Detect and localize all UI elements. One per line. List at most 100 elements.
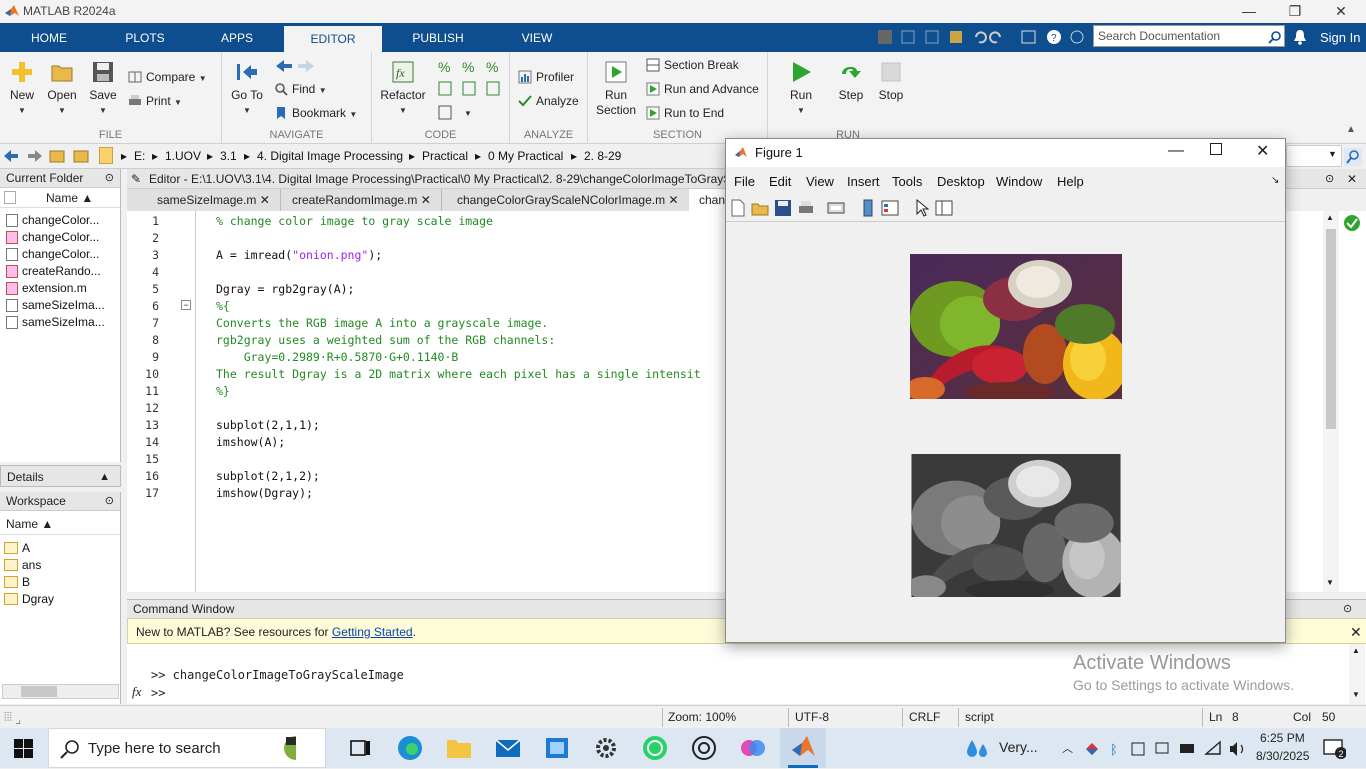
panel-menu-icon[interactable]: ⊙: [105, 492, 114, 511]
weather-icon[interactable]: [966, 738, 992, 760]
maximize-button[interactable]: ❐: [1272, 0, 1318, 23]
run-to-end-button[interactable]: Run to End: [646, 106, 724, 120]
getting-started-link[interactable]: Getting Started: [332, 625, 413, 639]
tab-publish[interactable]: PUBLISH: [400, 23, 476, 52]
figure-minimize-button[interactable]: —: [1168, 142, 1184, 160]
breadcrumb-dip[interactable]: 4. Digital Image Processing: [257, 149, 403, 163]
vertical-scrollbar[interactable]: ▲ ▼: [1323, 211, 1339, 592]
menu-view[interactable]: View: [806, 174, 834, 189]
clock-date[interactable]: 8/30/2025: [1256, 749, 1309, 763]
windows-start-icon[interactable]: [14, 739, 34, 759]
whatsapp-icon[interactable]: [641, 734, 669, 762]
code-line[interactable]: %}: [216, 384, 230, 398]
system-tray-icons[interactable]: ᛒ: [1084, 740, 1254, 758]
breadcrumb-practical[interactable]: Practical: [422, 149, 468, 163]
scrollbar-thumb[interactable]: [21, 686, 57, 697]
tab-close-icon[interactable]: ✕: [668, 193, 678, 207]
matlab-taskbar-button[interactable]: [780, 728, 826, 768]
code-line[interactable]: A = imread("onion.png");: [216, 248, 382, 262]
figure-maximize-button[interactable]: [1210, 143, 1222, 155]
code-tools-icons[interactable]: % % % ▼: [436, 58, 506, 122]
figure-close-button[interactable]: ✕: [1256, 141, 1269, 161]
folder-search-icon[interactable]: [1344, 148, 1362, 166]
run-section-button[interactable]: Run Section: [592, 60, 640, 118]
clock-time[interactable]: 6:25 PM: [1260, 731, 1305, 745]
colorbar-icon[interactable]: [859, 199, 877, 217]
workspace-var[interactable]: A: [4, 541, 30, 555]
code-line[interactable]: %{: [216, 299, 230, 313]
analyze-button[interactable]: Analyze: [518, 94, 579, 108]
show-hidden-icons-icon[interactable]: ︿: [1062, 740, 1073, 756]
search-documentation-input[interactable]: Search Documentation: [1093, 25, 1285, 47]
menu-edit[interactable]: Edit: [769, 174, 791, 189]
print-figure-icon[interactable]: [797, 199, 815, 217]
editor-tab[interactable]: createRandomImage.m ✕: [282, 189, 442, 211]
list-item[interactable]: changeColor...: [6, 230, 99, 244]
tab-home[interactable]: HOME: [18, 23, 80, 52]
menu-window[interactable]: Window: [996, 174, 1042, 189]
name-column-header[interactable]: Name ▲: [6, 517, 53, 531]
list-item[interactable]: sameSizeIma...: [6, 315, 105, 329]
menu-file[interactable]: File: [734, 174, 755, 189]
copilot-icon[interactable]: [739, 734, 767, 762]
address-dropdown-arrow-icon[interactable]: ▼: [1328, 149, 1337, 159]
collapse-icon[interactable]: ▲: [99, 466, 110, 488]
list-item[interactable]: extension.m: [6, 281, 87, 295]
dock-arrow-icon[interactable]: ↘: [1271, 175, 1279, 186]
breadcrumb-3-1[interactable]: 3.1: [220, 149, 237, 163]
workspace-var[interactable]: ans: [4, 558, 41, 572]
edit-plot-cursor-icon[interactable]: [913, 199, 931, 217]
bookmark-button[interactable]: Bookmark ▼: [274, 106, 357, 120]
code-line[interactable]: imshow(Dgray);: [216, 486, 313, 500]
code-line[interactable]: Converts the RGB image A into a grayscal…: [216, 316, 548, 330]
sign-in-link[interactable]: Sign In: [1320, 30, 1360, 45]
command-window[interactable]: >> changeColorImageToGrayScaleImage fx >…: [127, 644, 1366, 704]
run-and-advance-button[interactable]: Run and Advance: [646, 82, 759, 96]
code-line[interactable]: Dgray = rgb2gray(A);: [216, 282, 354, 296]
find-button[interactable]: Find ▼: [274, 82, 327, 96]
code-analyzer-ok-icon[interactable]: [1343, 214, 1361, 232]
horizontal-scrollbar[interactable]: [2, 684, 119, 699]
details-panel-header[interactable]: Details ▲: [0, 465, 121, 487]
grayscale-image-axes[interactable]: [911, 454, 1121, 597]
file-explorer-icon[interactable]: [445, 734, 473, 762]
stop-button[interactable]: Stop: [874, 60, 908, 102]
editor-tab[interactable]: changeColorGrayScaleNColorImage.m ✕: [447, 189, 690, 211]
profiler-button[interactable]: Profiler: [518, 70, 574, 84]
fold-toggle-icon[interactable]: −: [181, 300, 191, 310]
name-column-header[interactable]: Name ▲: [46, 191, 93, 205]
nav-buttons-icon[interactable]: [2, 149, 92, 163]
refactor-button[interactable]: fx Refactor ▼: [378, 60, 428, 116]
panel-menu-icon[interactable]: ⊙: [1343, 600, 1352, 619]
breadcrumb-e[interactable]: E:: [134, 149, 145, 163]
code-line[interactable]: rgb2gray uses a weighted sum of the RGB …: [216, 333, 555, 347]
section-break-button[interactable]: Section Break: [646, 58, 739, 72]
menu-help[interactable]: Help: [1057, 174, 1084, 189]
compare-button[interactable]: Compare ▼: [128, 70, 207, 84]
breadcrumb-uov[interactable]: 1.UOV: [165, 149, 201, 163]
editor-tab[interactable]: sameSizeImage.m ✕: [147, 189, 281, 211]
notification-center-icon[interactable]: 2: [1322, 737, 1346, 759]
settings-gear-icon[interactable]: [592, 734, 620, 762]
close-button[interactable]: ✕: [1318, 0, 1364, 23]
figure-window[interactable]: Figure 1 — ✕ File Edit View Insert Tools…: [725, 138, 1286, 643]
close-editor-icon[interactable]: ✕: [1347, 169, 1357, 188]
run-button[interactable]: Run ▼: [784, 60, 818, 116]
search-highlight-icon[interactable]: [268, 734, 296, 762]
tab-close-icon[interactable]: ✕: [421, 193, 431, 207]
tab-editor[interactable]: EDITOR: [284, 26, 382, 52]
code-line[interactable]: subplot(2,1,2);: [216, 469, 320, 483]
color-image-axes[interactable]: [910, 254, 1122, 399]
banner-close-icon[interactable]: ✕: [1350, 619, 1362, 645]
edge-browser-icon[interactable]: [396, 734, 424, 762]
panel-menu-icon[interactable]: ⊙: [1325, 169, 1334, 188]
menu-desktop[interactable]: Desktop: [937, 174, 985, 189]
list-item[interactable]: sameSizeIma...: [6, 298, 105, 312]
tab-apps[interactable]: APPS: [210, 23, 264, 52]
notification-bell-icon[interactable]: [1293, 29, 1307, 45]
code-line[interactable]: subplot(2,1,1);: [216, 418, 320, 432]
tab-close-icon[interactable]: ✕: [260, 193, 270, 207]
code-line[interactable]: % change color image to gray scale image: [216, 214, 493, 228]
command-prompt[interactable]: >>: [151, 686, 165, 700]
search-icon[interactable]: [1268, 30, 1282, 44]
